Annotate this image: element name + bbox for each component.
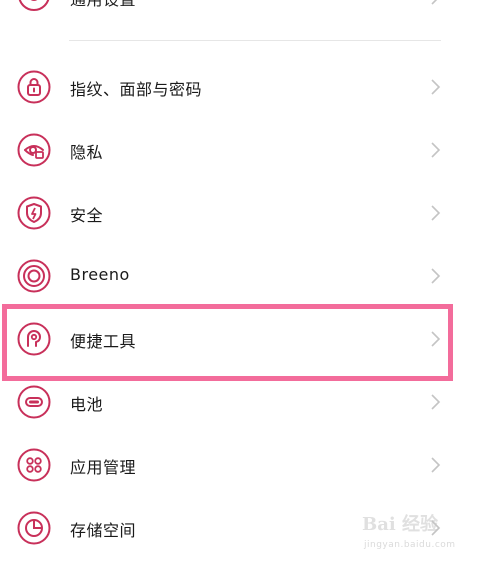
settings-item-app-management[interactable]: 应用管理	[0, 436, 477, 498]
settings-item-label: 通用设置	[70, 0, 136, 10]
shortcut-tools-icon	[17, 322, 51, 356]
apps-icon	[17, 448, 51, 482]
baidu-jingyan-watermark: Bai 经验 jingyan.baidu.com	[362, 510, 472, 560]
settings-item-label: Breeno	[70, 265, 130, 284]
chevron-right-icon	[428, 78, 442, 96]
chevron-right-icon	[428, 141, 442, 159]
chevron-right-icon	[428, 0, 442, 6]
settings-item-label: 应用管理	[70, 458, 137, 477]
battery-icon	[17, 385, 51, 419]
settings-icon	[17, 0, 51, 12]
chevron-right-icon	[428, 330, 442, 348]
chevron-right-icon	[428, 393, 442, 411]
settings-item-label: 安全	[70, 206, 104, 225]
section-divider	[69, 40, 441, 41]
privacy-eye-icon	[17, 133, 51, 167]
settings-item-fingerprint-face-password[interactable]: 指纹、面部与密码	[0, 58, 477, 120]
settings-item-label: 隐私	[70, 143, 104, 162]
lock-icon	[17, 70, 51, 104]
settings-item-label: 存储空间	[70, 521, 137, 540]
settings-item-battery[interactable]: 电池	[0, 373, 477, 435]
settings-item-label: 电池	[70, 395, 104, 414]
storage-icon	[17, 511, 51, 545]
settings-item-privacy[interactable]: 隐私	[0, 121, 477, 183]
settings-item-shortcut-tools[interactable]: 便捷工具	[0, 310, 477, 372]
breeno-icon	[17, 259, 51, 293]
watermark-main-text: Bai 经验	[362, 514, 438, 535]
settings-item-breeno[interactable]: Breeno	[0, 247, 477, 309]
settings-item-partial[interactable]: 通用设置	[0, 0, 477, 18]
security-shield-icon	[17, 196, 51, 230]
settings-item-label: 便捷工具	[70, 332, 137, 351]
chevron-right-icon	[428, 456, 442, 474]
settings-screen: 通用设置 指纹、面部与密码	[0, 0, 477, 565]
watermark-sub-text: jingyan.baidu.com	[364, 540, 456, 550]
chevron-right-icon	[428, 204, 442, 222]
settings-item-security[interactable]: 安全	[0, 184, 477, 246]
chevron-right-icon	[428, 267, 442, 285]
settings-item-label: 指纹、面部与密码	[70, 80, 203, 99]
